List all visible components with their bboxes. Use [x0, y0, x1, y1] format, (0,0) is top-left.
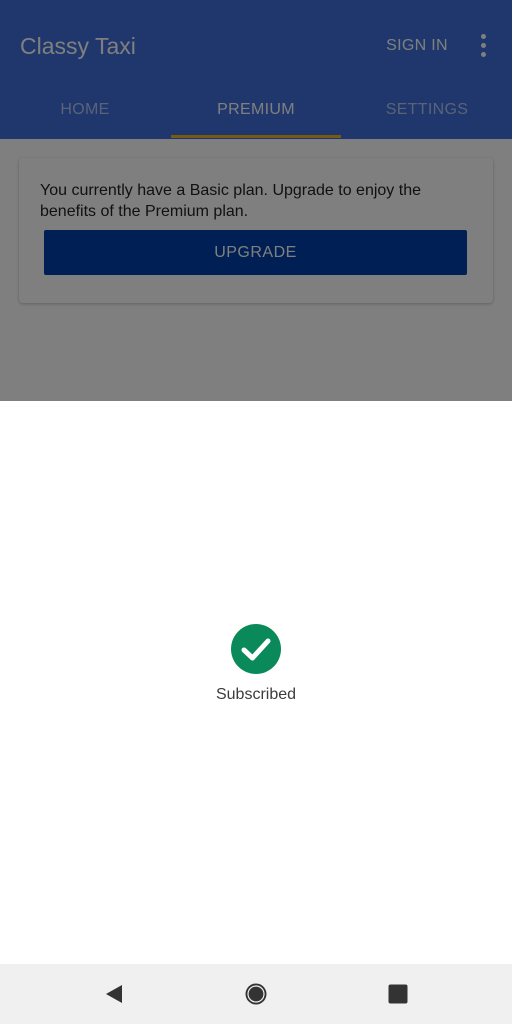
check-circle-icon — [231, 624, 281, 674]
system-navigation-bar — [0, 964, 512, 1024]
home-circle-icon[interactable] — [236, 974, 276, 1014]
subscription-bottom-sheet: Subscribed — [0, 401, 512, 964]
back-triangle-icon[interactable] — [94, 974, 134, 1014]
subscription-status-text: Subscribed — [215, 686, 297, 703]
checkmark-icon — [241, 638, 271, 661]
recents-square-icon[interactable] — [378, 974, 418, 1014]
